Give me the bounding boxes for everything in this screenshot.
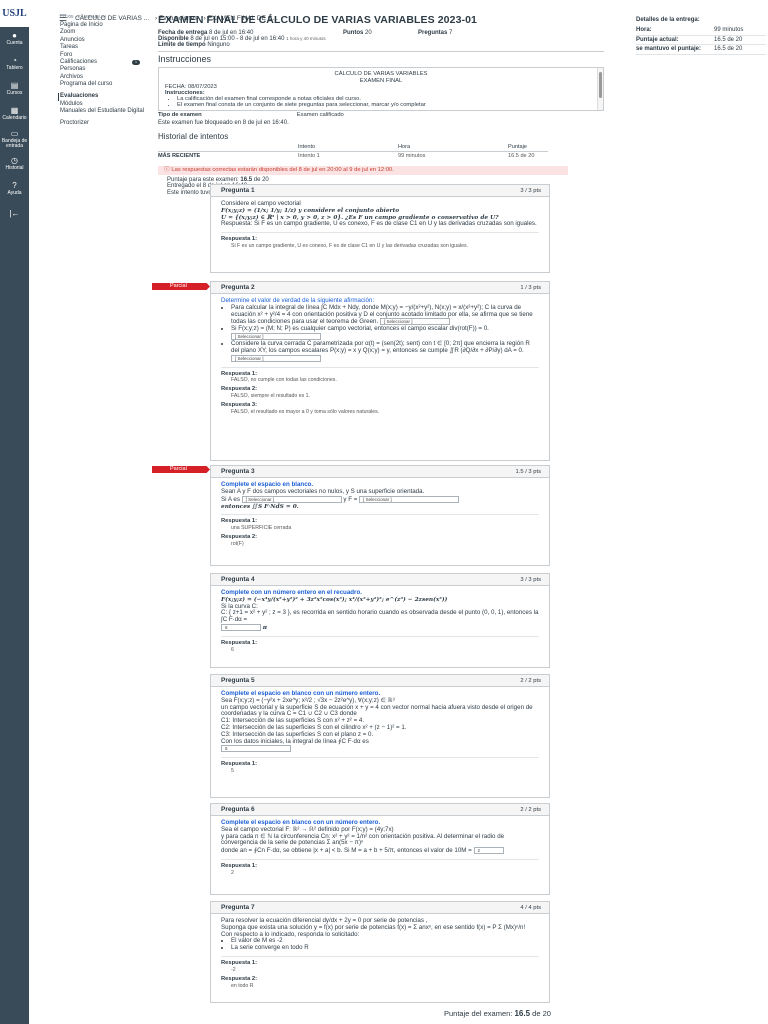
select-a[interactable]: [ Seleccionar ] xyxy=(241,495,342,503)
course-nav-home[interactable]: Página de Inicio xyxy=(58,22,148,29)
course-nav-proctorizer[interactable]: Proctorizer xyxy=(58,120,148,127)
course-nav-manuals[interactable]: Manuales del Estudiante Digital xyxy=(58,108,148,120)
nav-help[interactable]: ? Ayuda xyxy=(0,177,29,202)
attempt-link[interactable]: Intento 1 xyxy=(298,152,398,161)
question-4: Pregunta 43 / 3 pts Complete con un núme… xyxy=(210,573,550,668)
instructions-scrollbar[interactable] xyxy=(597,68,603,110)
nav-account[interactable]: ● Cuenta xyxy=(0,27,29,52)
locked-note: Este examen fue bloqueado en 8 de jul en… xyxy=(158,120,289,126)
instructions-heading: Instrucciones xyxy=(158,54,212,64)
exam-meta: Fecha de entrega 8 de jul en 16:40 Punto… xyxy=(158,30,453,48)
nav-history[interactable]: ◷ Historial xyxy=(0,152,29,177)
term-label: I - U05 - CAMBIAR UN xyxy=(60,14,106,19)
exam-score-footer: Puntaje del examen: 16.5 de 20 xyxy=(444,1009,551,1018)
partial-flag: Parcial xyxy=(152,466,210,473)
course-nav-assignments[interactable]: Tareas xyxy=(58,44,148,51)
table-row: MÁS RECIENTE Intento 1 99 minutos 16.5 d… xyxy=(158,152,535,161)
course-nav-zoom[interactable]: Zoom xyxy=(58,29,148,36)
instructions-box[interactable]: CÁLCULO DE VARIAS VARIABLES EXAMEN FINAL… xyxy=(158,67,604,111)
dashboard-icon: ◔ xyxy=(12,56,17,66)
main-content: EXAMEN FINAL DE CÁLCULO DE VARIAS VARIAB… xyxy=(158,14,628,196)
question-6: Pregunta 62 / 2 pts Complete el espacio … xyxy=(210,803,550,895)
logo[interactable]: USJL xyxy=(0,0,29,27)
question-2: Pregunta 21 / 3 pts Determine el valor d… xyxy=(210,281,550,461)
select-1[interactable]: [ Seleccionar ] xyxy=(379,318,450,326)
select-3[interactable]: [ Seleccionar ] xyxy=(231,354,321,362)
grades-badge: 1 xyxy=(132,59,140,65)
answer-input[interactable]: 5 xyxy=(221,745,291,753)
answers-warning: ⓘ Las respuestas correctas estarán dispo… xyxy=(158,166,568,175)
page-title: EXAMEN FINAL DE CÁLCULO DE VARIAS VARIAB… xyxy=(158,14,477,26)
clock-icon: ◷ xyxy=(11,156,18,166)
course-nav-grades[interactable]: Calificaciones 1 xyxy=(58,59,148,66)
nav-inbox[interactable]: ▭ Bandeja de entrada xyxy=(0,127,29,152)
question-7: Pregunta 74 / 4 pts Para resolver la ecu… xyxy=(210,901,550,1003)
answer-input[interactable]: 2 xyxy=(473,847,504,855)
question-3: Pregunta 3 1.5 / 3 pts Complete el espaci… xyxy=(210,465,550,566)
course-nav-modules[interactable]: Módulos xyxy=(58,101,148,108)
select-f[interactable]: [ Seleccionar ] xyxy=(359,495,460,503)
course-nav-syllabus[interactable]: Programa del curso xyxy=(58,81,148,93)
course-nav-people[interactable]: Personas xyxy=(58,66,148,73)
history-heading: Historial de intentos xyxy=(158,132,229,141)
submission-details: Detalles de la entrega: Hora: 99 minutos … xyxy=(636,17,766,55)
global-nav: USJL ● Cuenta ◔ Tablero ▤ Cursos ▦ Calendari… xyxy=(0,0,29,1024)
course-nav-announcements[interactable]: Anuncios xyxy=(58,37,148,44)
course-nav: I - U05 - CAMBIAR UN Página de Inicio Zo… xyxy=(58,14,148,127)
nav-dashboard[interactable]: ◔ Tablero xyxy=(0,52,29,77)
collapse-nav-button[interactable]: |← xyxy=(0,202,29,227)
inbox-icon: ▭ xyxy=(10,128,19,138)
select-2[interactable]: [ Seleccionar ] xyxy=(231,333,321,341)
answer-input[interactable]: 6 xyxy=(221,623,261,631)
user-icon: ● xyxy=(12,31,17,41)
nav-courses[interactable]: ▤ Cursos xyxy=(0,77,29,102)
question-5: Pregunta 52 / 2 pts Complete el espacio … xyxy=(210,674,550,798)
collapse-icon: |← xyxy=(9,209,20,218)
book-icon: ▤ xyxy=(10,81,19,91)
question-1: Pregunta 13 / 3 pts Considere el campo v… xyxy=(210,184,550,273)
nav-calendar[interactable]: ▦ Calendario xyxy=(0,102,29,127)
course-nav-files[interactable]: Archivos xyxy=(58,74,148,81)
history-table: Intento Hora Puntaje MÁS RECIENTE Intento … xyxy=(158,144,548,160)
calendar-icon: ▦ xyxy=(10,106,19,116)
partial-flag: Parcial xyxy=(152,283,210,290)
course-nav-forum[interactable]: Foro xyxy=(58,52,148,59)
course-nav-evaluations[interactable]: Evaluaciones xyxy=(58,93,148,101)
help-icon: ? xyxy=(12,181,17,191)
